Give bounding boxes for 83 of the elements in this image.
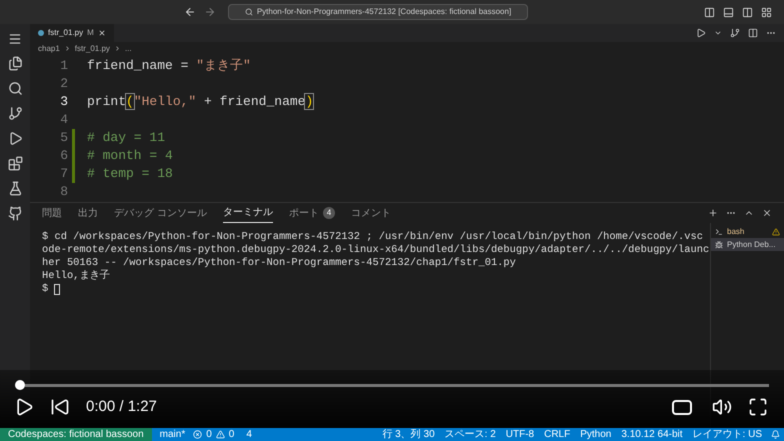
remote-indicator[interactable]: Codespaces: fictional bassoon [0, 428, 152, 441]
code-editor[interactable]: 1 friend_name = "まき子" 2 3 print("Hello," + friend_name) 4 5 # day = 11 6 # month = 4 7 # temp = 18 8 [30, 55, 784, 203]
layout-icon[interactable] [761, 6, 772, 18]
explorer-icon[interactable] [8, 56, 22, 71]
code-line: # day = 11 [87, 129, 166, 148]
terminal-line: $ [42, 283, 50, 296]
code-line: # temp = 18 [87, 165, 173, 184]
code-line: friend_name = "まき子" [87, 57, 251, 76]
back-icon[interactable] [184, 6, 196, 18]
line-number: 8 [59, 183, 69, 202]
video-progress-track[interactable] [25, 384, 769, 386]
error-count[interactable]: 0 [202, 430, 216, 440]
editor-tab[interactable]: fstr_01.py M [30, 24, 114, 42]
status-item[interactable]: 行 3、列 30 [377, 430, 440, 440]
terminal-line: ode-remote/extensions/ms-python.debugpy-2024.2.0-linux-x64/bundled/libs/debugpy/adapter/../../debugpy/launc [42, 244, 710, 257]
line-number: 2 [59, 75, 69, 94]
code-line: print("Hello," + friend_name) [87, 93, 314, 112]
panel-tab[interactable]: ポート 4 [288, 203, 336, 223]
close-icon[interactable] [98, 29, 106, 37]
warning-icon [772, 228, 780, 236]
command-search-field[interactable]: Python-for-Non-Programmers-4572132 [Codespaces: fictional bassoon] [228, 4, 528, 20]
chevron-right-icon [114, 45, 121, 52]
extensions-icon[interactable] [8, 156, 22, 171]
breadcrumb-item[interactable]: fstr_01.py [74, 42, 110, 54]
line-number: 1 [59, 57, 69, 76]
line-number: 5 [59, 129, 69, 148]
warning-icon [216, 430, 225, 439]
chevron-down-icon[interactable] [714, 29, 722, 37]
search-icon [244, 8, 253, 16]
panel-tab[interactable]: コメント [351, 203, 392, 223]
terminal-cursor [54, 284, 60, 295]
sidebar-toggle-icon[interactable] [704, 6, 715, 18]
run-debug-icon[interactable] [8, 131, 22, 146]
modified-label: M [87, 27, 94, 39]
line-number: 4 [59, 111, 69, 130]
status-item[interactable]: UTF-8 [500, 430, 540, 440]
terminal-icon [715, 228, 723, 236]
run-icon[interactable] [696, 28, 706, 38]
line-number: 6 [59, 147, 69, 166]
forward-icon[interactable] [204, 6, 216, 18]
terminal-line: $ cd /workspaces/Python-for-Non-Programmers-4572132 ; /usr/bin/env /usr/local/bin/python /home/vscode/.vsc [42, 231, 703, 244]
panel-tab[interactable]: デバッグ コンソール [114, 203, 207, 223]
terminal-list-item[interactable]: Python Deb... [711, 238, 784, 251]
line-number: 3 [59, 93, 69, 112]
source-control-icon[interactable] [8, 106, 22, 121]
split-editor-icon[interactable] [748, 28, 758, 38]
terminal-list-item[interactable]: bash [711, 225, 784, 238]
chevron-right-icon [64, 45, 71, 52]
menu-icon[interactable] [8, 32, 22, 46]
status-item[interactable]: Python [575, 430, 616, 440]
breadcrumb-item[interactable]: chap1 [38, 42, 60, 54]
status-item[interactable]: CRLF [539, 430, 576, 440]
github-icon[interactable] [8, 206, 22, 221]
search-icon[interactable] [8, 81, 22, 96]
line-number: 7 [59, 165, 69, 184]
count-badge: 4 [322, 207, 336, 219]
warning-count[interactable]: 0 [224, 430, 238, 440]
terminal-line: her 50163 -- /workspaces/Python-for-Non-Programmers-4572132/chap1/fstr_01.py [42, 257, 516, 270]
status-item[interactable]: スペース: 2 [440, 430, 501, 440]
error-icon [193, 430, 202, 439]
bug-icon [715, 240, 723, 248]
new-terminal-icon[interactable] [708, 208, 718, 218]
video-time: 0:00 / 1:27 [86, 397, 157, 417]
fullscreen-icon[interactable] [748, 397, 768, 418]
notifications-icon[interactable] [771, 430, 780, 439]
branch-indicator[interactable]: main* [152, 430, 194, 440]
terminal-line: Hello,まき子 [42, 270, 110, 283]
close-icon[interactable] [762, 208, 772, 218]
panel-toggle-icon[interactable] [723, 6, 734, 18]
tab-label: fstr_01.py [48, 27, 84, 39]
panel-tab[interactable]: 出力 [78, 203, 98, 223]
code-line: # month = 4 [87, 147, 173, 166]
status-item[interactable]: 3.10.12 64-bit [616, 430, 688, 440]
skip-back-icon[interactable] [50, 397, 70, 418]
ports-count[interactable]: 4 [238, 430, 260, 440]
status-item[interactable]: レイアウト: US [688, 430, 767, 440]
panel-tab[interactable]: 問題 [42, 203, 62, 223]
panel-tab[interactable]: ターミナル [222, 203, 273, 223]
breadcrumb-item[interactable]: ... [124, 42, 132, 54]
volume-icon[interactable] [712, 397, 732, 418]
python-file-icon [38, 30, 44, 36]
secondary-sidebar-icon[interactable] [742, 6, 753, 18]
flask-icon[interactable] [8, 181, 22, 196]
